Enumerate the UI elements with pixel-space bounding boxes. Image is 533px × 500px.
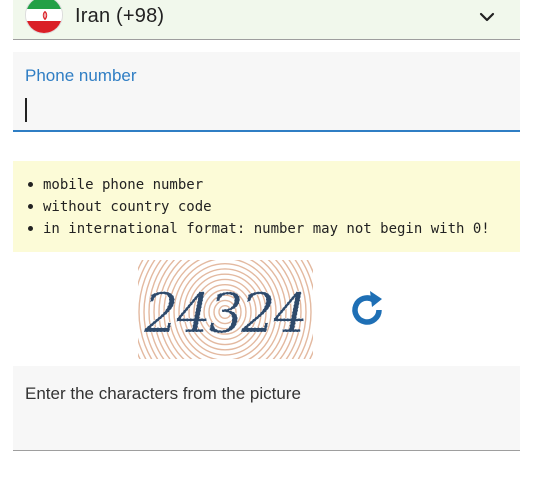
captcha-field[interactable]: Enter the characters from the picture [13,366,520,451]
country-select[interactable]: Iran (+98) [13,0,520,40]
phone-number-label: Phone number [25,66,137,85]
hint-item: without country code [25,198,490,220]
hint-list: mobile phone number without country code… [25,176,490,242]
hint-box: mobile phone number without country code… [13,161,520,252]
refresh-icon [352,291,382,325]
captcha-input[interactable] [23,410,503,440]
phone-number-field[interactable]: Phone number [13,52,520,132]
chevron-down-icon[interactable] [478,8,496,26]
captcha-label: Enter the characters from the picture [25,384,301,403]
phone-number-input[interactable] [23,94,503,124]
hint-item: mobile phone number [25,176,490,198]
hint-item: in international format: number may not … [25,220,490,242]
country-label: Iran (+98) [75,5,165,27]
captcha-image: 24324 [138,260,313,359]
captcha-text: 24324 [143,282,306,345]
iran-flag-icon [25,0,63,34]
text-caret [25,98,27,122]
refresh-captcha-button[interactable] [343,286,391,334]
